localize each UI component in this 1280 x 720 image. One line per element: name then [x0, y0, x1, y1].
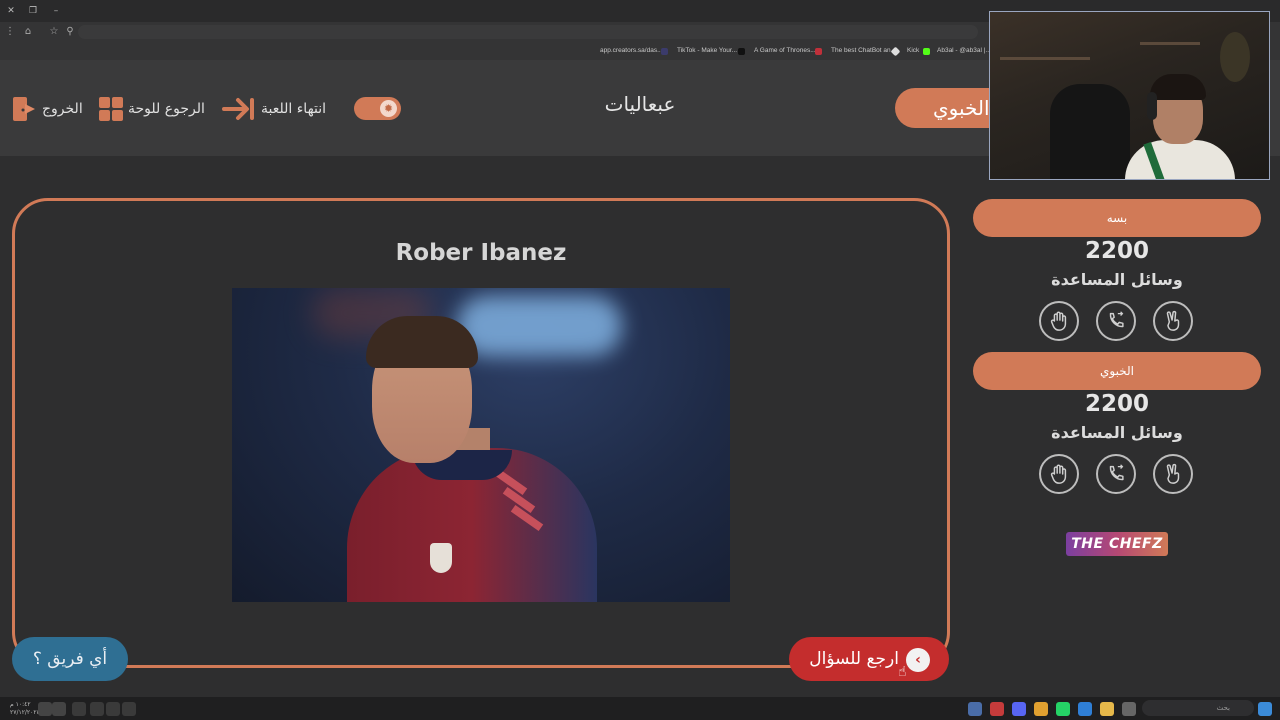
bookmark-item[interactable]: The best ChatBot an...: [831, 45, 896, 57]
kick-icon: [923, 48, 930, 55]
which-team-button[interactable]: أي فريق ؟: [12, 637, 128, 681]
back-to-board-button[interactable]: الرجوع للوحة: [128, 96, 205, 122]
webcam-headphones: [1147, 92, 1157, 120]
chevron-up-icon[interactable]: [122, 702, 136, 716]
webcam-person-body: [1125, 140, 1235, 179]
player-name: Rober Ibanez: [395, 240, 567, 266]
game-title: عبعاليات: [604, 92, 676, 116]
bookmark-item[interactable]: Kick: [907, 45, 919, 57]
desktop-icon[interactable]: [52, 702, 66, 716]
photo-hair: [366, 316, 478, 368]
hand-stop-icon[interactable]: [1039, 301, 1079, 341]
folder-icon[interactable]: [1100, 702, 1114, 716]
network-icon[interactable]: [106, 702, 120, 716]
exit-label: الخروج: [42, 101, 83, 117]
board-grid-icon[interactable]: [98, 96, 124, 122]
bookmark-star-icon[interactable]: ☆: [46, 24, 62, 40]
helpers-label: وسائل المساعدة: [1051, 423, 1183, 442]
call-icon[interactable]: [1096, 301, 1136, 341]
player-photo: [232, 288, 730, 602]
close-window-icon[interactable]: ✕: [3, 3, 19, 19]
restore-window-icon[interactable]: ❐: [25, 3, 41, 19]
menu-dots-icon[interactable]: ⋮: [2, 24, 18, 40]
webcam-person-hair: [1150, 74, 1206, 100]
notifications-icon[interactable]: [38, 702, 52, 716]
helpers-label: وسائل المساعدة: [1051, 270, 1183, 289]
bookmark-favicon-icon: [815, 48, 822, 55]
language-icon[interactable]: [72, 702, 86, 716]
exit-button[interactable]: الخروج: [42, 96, 83, 122]
site-info-icon[interactable]: ⚲: [62, 24, 78, 40]
team-name-pill: بسه: [973, 199, 1261, 237]
hand-stop-icon[interactable]: [1039, 454, 1079, 494]
back-to-board-label: الرجوع للوحة: [128, 101, 205, 117]
taskbar: ١٠:٤٢ م ٢٧/١٢/٢٠٢٤ بحث: [0, 697, 1280, 720]
gear-icon: ✹: [380, 100, 397, 117]
sponsor-logo: THE CHEFZ: [1066, 532, 1168, 556]
webcam-shelf: [1000, 57, 1090, 60]
bookmark-item[interactable]: A Game of Thrones...: [754, 45, 816, 57]
bookmark-item[interactable]: TikTok - Make Your...: [677, 45, 737, 57]
bookmark-item[interactable]: Ab3al - @ab3al |...: [937, 45, 991, 57]
app-icon[interactable]: [990, 702, 1004, 716]
webcam-plant: [1220, 32, 1250, 82]
club-crest-icon: [430, 543, 452, 573]
bookmark-favicon-icon: [661, 48, 668, 55]
photo-stadium-light: [457, 296, 622, 356]
taskbar-search[interactable]: بحث: [1142, 700, 1254, 716]
webcam-chair: [1050, 84, 1130, 179]
team-score: 2200: [1084, 391, 1149, 417]
mail-icon[interactable]: [1078, 702, 1092, 716]
peace-hand-icon[interactable]: [1153, 454, 1193, 494]
steam-icon[interactable]: [968, 702, 982, 716]
mouse-pointer-icon: ☝: [898, 664, 907, 680]
tiktok-icon: [738, 48, 745, 55]
discord-icon[interactable]: [1012, 702, 1026, 716]
end-game-button[interactable]: انتهاء اللعبة: [261, 96, 326, 122]
minimize-window-icon[interactable]: –: [48, 3, 64, 19]
end-game-label: انتهاء اللعبة: [261, 101, 327, 117]
call-icon[interactable]: [1096, 454, 1136, 494]
screen: { "browser": { "bookmarks": [ {"label": …: [0, 0, 1280, 720]
whatsapp-icon[interactable]: [1056, 702, 1070, 716]
taskbar-date: ٢٧/١٢/٢٠٢٤: [10, 709, 40, 716]
microphone-icon[interactable]: [90, 702, 104, 716]
peace-hand-icon[interactable]: [1153, 301, 1193, 341]
windows-start-icon[interactable]: [1258, 702, 1272, 716]
extensions-icon[interactable]: ⌂: [20, 24, 36, 40]
address-field[interactable]: [78, 25, 978, 39]
end-game-arrow-icon[interactable]: [222, 96, 256, 122]
chrome-icon[interactable]: [1034, 702, 1048, 716]
webcam-shelf: [1140, 42, 1200, 45]
taskbar-time: ١٠:٤٢ م: [10, 701, 31, 708]
team-name-pill: الخبوي: [973, 352, 1261, 390]
team-score: 2200: [1084, 238, 1149, 264]
bookmark-item[interactable]: app.creators.sa/das...: [600, 45, 663, 57]
store-icon[interactable]: [1122, 702, 1136, 716]
exit-icon[interactable]: [11, 95, 39, 123]
webcam-overlay: [989, 11, 1270, 180]
settings-toggle[interactable]: ✹: [354, 97, 401, 120]
